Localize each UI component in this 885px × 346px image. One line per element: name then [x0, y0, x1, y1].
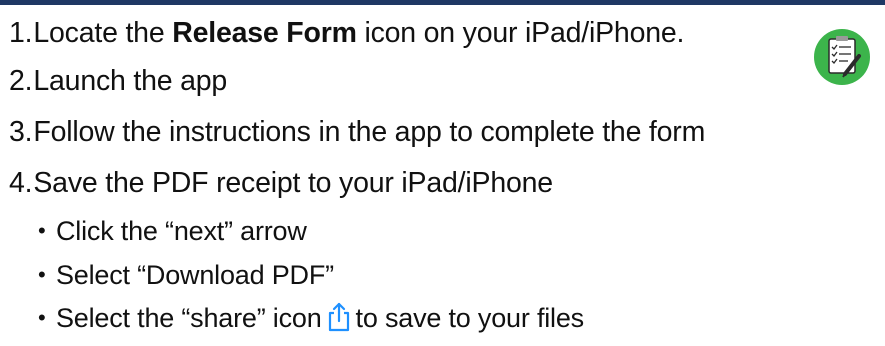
- app-name: Release Form: [172, 17, 357, 49]
- bullet: •: [38, 305, 46, 330]
- step-3: 3.Follow the instructions in the app to …: [9, 115, 705, 149]
- bullet: •: [38, 262, 46, 287]
- instructions-slide: 1.Locate the Release Form icon on your i…: [0, 5, 885, 346]
- step-1: 1.Locate the Release Form icon on your i…: [9, 16, 684, 50]
- step-number: 2.: [9, 65, 33, 97]
- substep-text: to save to your files: [355, 303, 585, 333]
- step-text: Save the PDF receipt to your iPad/iPhone: [33, 167, 553, 199]
- bullet: •: [38, 218, 46, 243]
- step-text: icon on your iPad/iPhone.: [356, 17, 685, 49]
- step-text: Locate the: [33, 17, 173, 49]
- substep-1: • Click the “next” arrow: [38, 214, 307, 248]
- share-icon: [328, 302, 349, 332]
- step-4: 4.Save the PDF receipt to your iPad/iPho…: [9, 166, 553, 200]
- step-text: Launch the app: [33, 65, 228, 97]
- step-text: Follow the instructions in the app to co…: [33, 116, 706, 148]
- step-number: 1.: [9, 17, 33, 49]
- substep-3: • Select the “share” icon to save to your…: [38, 301, 584, 335]
- substep-text: Select the “share” icon: [56, 303, 322, 333]
- release-form-app-icon: [814, 29, 870, 85]
- substep-text: Click the “next” arrow: [56, 216, 307, 246]
- step-number: 4.: [9, 167, 33, 199]
- substep-text: Select “Download PDF”: [56, 260, 334, 290]
- substep-2: • Select “Download PDF”: [38, 258, 334, 292]
- step-2: 2.Launch the app: [9, 64, 227, 98]
- step-number: 3.: [9, 116, 33, 148]
